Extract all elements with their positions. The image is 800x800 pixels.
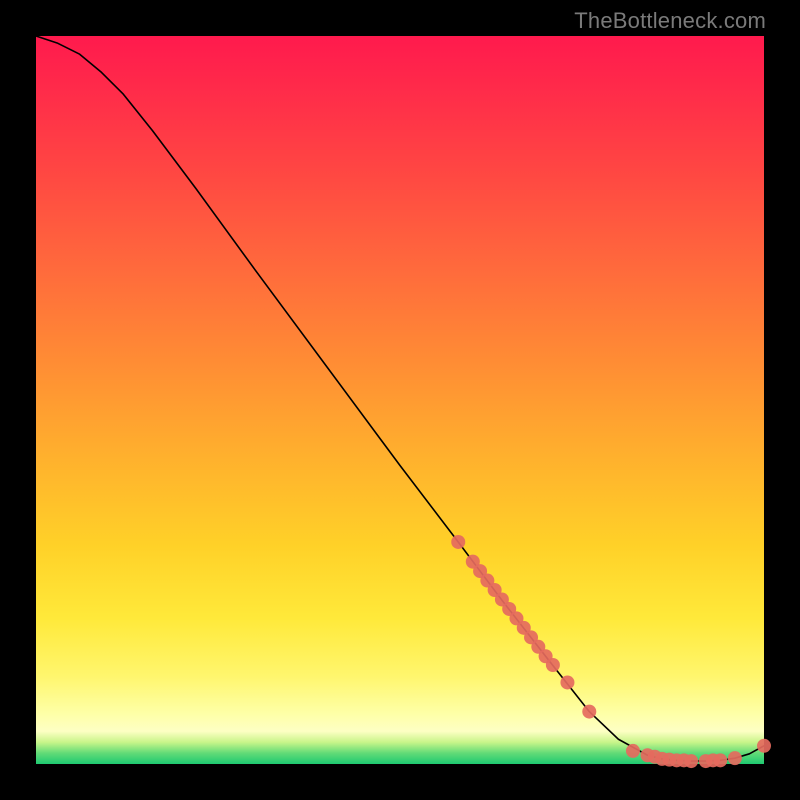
curve-line	[36, 36, 764, 761]
data-point	[684, 754, 698, 768]
data-point	[582, 705, 596, 719]
data-point	[546, 658, 560, 672]
chart-overlay	[36, 36, 764, 764]
data-point	[757, 739, 771, 753]
watermark-text: TheBottleneck.com	[574, 8, 766, 34]
data-point	[728, 751, 742, 765]
chart-frame: TheBottleneck.com	[0, 0, 800, 800]
data-point	[560, 675, 574, 689]
data-point	[451, 535, 465, 549]
data-point	[713, 753, 727, 767]
data-point	[626, 744, 640, 758]
